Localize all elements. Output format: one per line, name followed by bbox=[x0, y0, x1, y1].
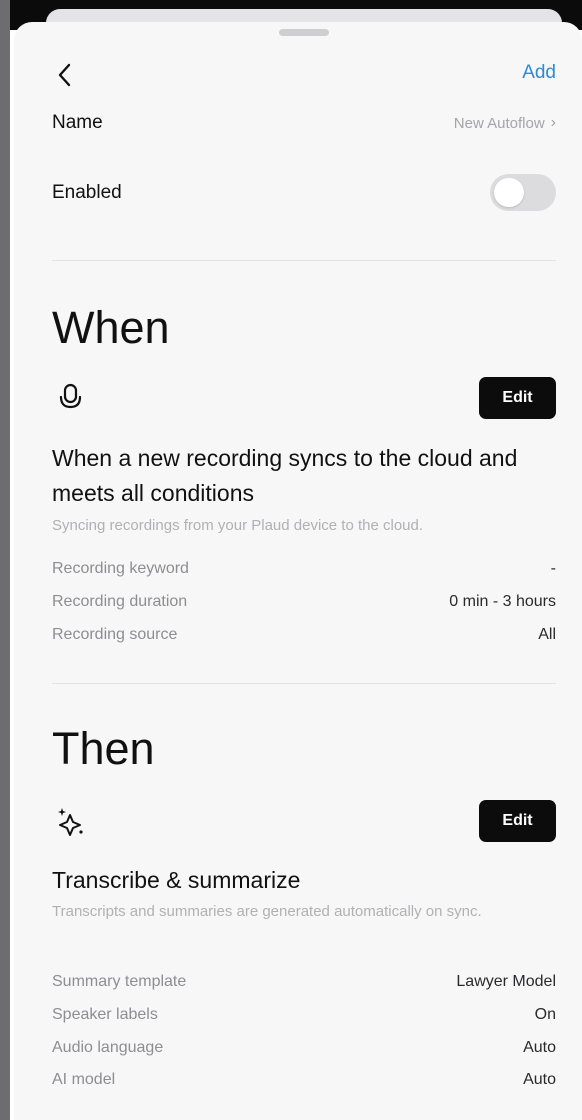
condition-row: Recording duration 0 min - 3 hours bbox=[52, 593, 556, 611]
then-edit-button[interactable]: Edit bbox=[479, 800, 556, 842]
condition-value: - bbox=[550, 560, 556, 577]
add-button[interactable]: Add bbox=[522, 62, 556, 84]
toggle-knob bbox=[494, 178, 524, 207]
microphone-icon bbox=[56, 382, 86, 414]
setting-value: On bbox=[534, 1006, 556, 1023]
condition-value: All bbox=[538, 626, 556, 643]
autoflow-name: New Autoflow bbox=[453, 114, 545, 132]
name-value[interactable]: New Autoflow › bbox=[454, 114, 556, 132]
when-edit-button[interactable]: Edit bbox=[479, 377, 556, 419]
then-description: Transcripts and summaries are generated … bbox=[52, 903, 482, 920]
when-description: Syncing recordings from your Plaud devic… bbox=[52, 517, 424, 534]
name-label: Name bbox=[52, 112, 103, 133]
sheet-grabber[interactable] bbox=[279, 29, 329, 36]
enabled-row: Enabled bbox=[52, 174, 556, 211]
sparkle-icon bbox=[56, 805, 86, 837]
setting-row: AI model Auto bbox=[52, 1071, 556, 1089]
setting-label: Audio language bbox=[52, 1039, 164, 1056]
setting-label: AI model bbox=[52, 1071, 116, 1088]
setting-row: Speaker labels On bbox=[52, 1006, 556, 1024]
setting-row: Audio language Auto bbox=[52, 1039, 556, 1057]
setting-value: Auto bbox=[523, 1039, 556, 1056]
divider bbox=[52, 260, 556, 261]
setting-value: Lawyer Model bbox=[456, 973, 556, 990]
setting-value: Auto bbox=[523, 1071, 556, 1088]
divider bbox=[52, 683, 556, 684]
condition-label: Recording source bbox=[52, 626, 178, 643]
condition-row: Recording source All bbox=[52, 626, 556, 644]
name-row[interactable]: Name New Autoflow › bbox=[52, 112, 556, 134]
then-heading: Transcribe & summarize bbox=[52, 867, 301, 893]
then-title: Then bbox=[52, 723, 155, 774]
condition-row: Recording keyword - bbox=[52, 560, 556, 578]
back-chevron-icon[interactable] bbox=[52, 60, 78, 90]
setting-row: Summary template Lawyer Model bbox=[52, 973, 556, 991]
when-title: When bbox=[52, 302, 170, 353]
condition-label: Recording duration bbox=[52, 593, 188, 610]
chevron-right-icon: › bbox=[550, 114, 556, 131]
enabled-label: Enabled bbox=[52, 181, 122, 203]
enabled-toggle[interactable] bbox=[490, 174, 556, 211]
setting-label: Summary template bbox=[52, 973, 187, 990]
when-heading: When a new recording syncs to the cloud … bbox=[52, 445, 518, 506]
setting-label: Speaker labels bbox=[52, 1006, 158, 1023]
condition-label: Recording keyword bbox=[52, 560, 189, 577]
condition-value: 0 min - 3 hours bbox=[449, 593, 556, 610]
window-edge bbox=[0, 0, 10, 1120]
